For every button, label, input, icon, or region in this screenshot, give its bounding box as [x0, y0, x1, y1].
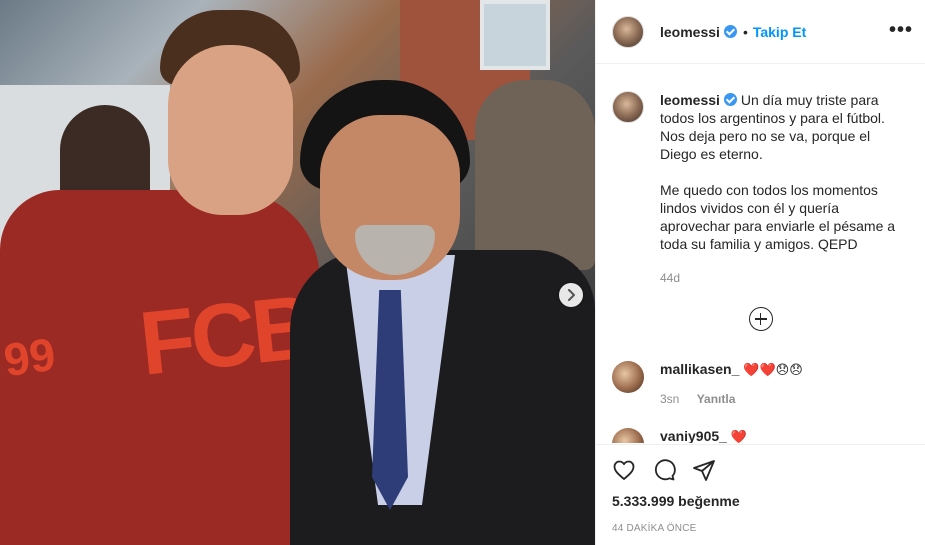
- separator-dot: •: [742, 23, 748, 40]
- follow-button[interactable]: Takip Et: [753, 24, 806, 40]
- comment-text: ❤️❤️😞😞: [743, 362, 803, 377]
- caption-age[interactable]: 44d: [660, 269, 900, 287]
- carousel-next-button[interactable]: [559, 283, 583, 307]
- post-time[interactable]: 44 DAKİKA ÖNCE: [612, 523, 909, 534]
- caption-body: leomessi Un día muy triste para todos lo…: [660, 91, 900, 287]
- verified-badge-icon: [723, 93, 737, 106]
- action-icons: [612, 457, 909, 483]
- plus-circle-icon[interactable]: [748, 307, 773, 331]
- post-header: leomessi • Takip Et •••: [596, 0, 925, 64]
- author-username[interactable]: leomessi: [660, 24, 720, 40]
- comment-icon[interactable]: [652, 458, 676, 482]
- caption-text-2: Me quedo con todos los momentos lindos v…: [660, 182, 896, 252]
- share-icon[interactable]: [692, 458, 716, 482]
- chevron-right-icon: [568, 289, 575, 301]
- comment-age[interactable]: 3sn: [660, 392, 679, 406]
- comment: mallikasen_ ❤️❤️😞😞 3sn Yanıtla: [612, 361, 909, 406]
- caption-username[interactable]: leomessi: [660, 92, 720, 108]
- post-side-panel: leomessi • Takip Et ••• leomessi Un día …: [595, 0, 925, 545]
- background-person: [475, 80, 595, 270]
- caption: leomessi Un día muy triste para todos lo…: [612, 65, 909, 287]
- comment: vaniy905_ ❤️: [612, 428, 909, 443]
- load-more-comments: [612, 307, 909, 331]
- author-avatar[interactable]: [612, 15, 644, 48]
- hoodie-number: 99: [0, 327, 59, 387]
- commenter-username[interactable]: mallikasen_: [660, 361, 739, 377]
- heart-icon[interactable]: [612, 458, 636, 482]
- comment-text: ❤️: [730, 429, 748, 443]
- reply-button[interactable]: Yanıtla: [697, 392, 736, 406]
- background-window: [480, 0, 550, 70]
- likes-count[interactable]: 5.333.999 beğenme: [612, 493, 909, 509]
- post-actions: 5.333.999 beğenme 44 DAKİKA ÖNCE: [596, 444, 925, 545]
- commenter-avatar[interactable]: [612, 428, 644, 443]
- post-photo[interactable]: FCB 99: [0, 0, 595, 545]
- more-options-icon[interactable]: •••: [889, 20, 913, 40]
- comments-area[interactable]: leomessi Un día muy triste para todos lo…: [596, 65, 925, 443]
- person-left-face: [168, 45, 293, 215]
- commenter-avatar[interactable]: [612, 361, 644, 393]
- verified-badge-icon: [723, 25, 737, 38]
- commenter-username[interactable]: vaniy905_: [660, 428, 727, 443]
- caption-avatar[interactable]: [612, 91, 644, 123]
